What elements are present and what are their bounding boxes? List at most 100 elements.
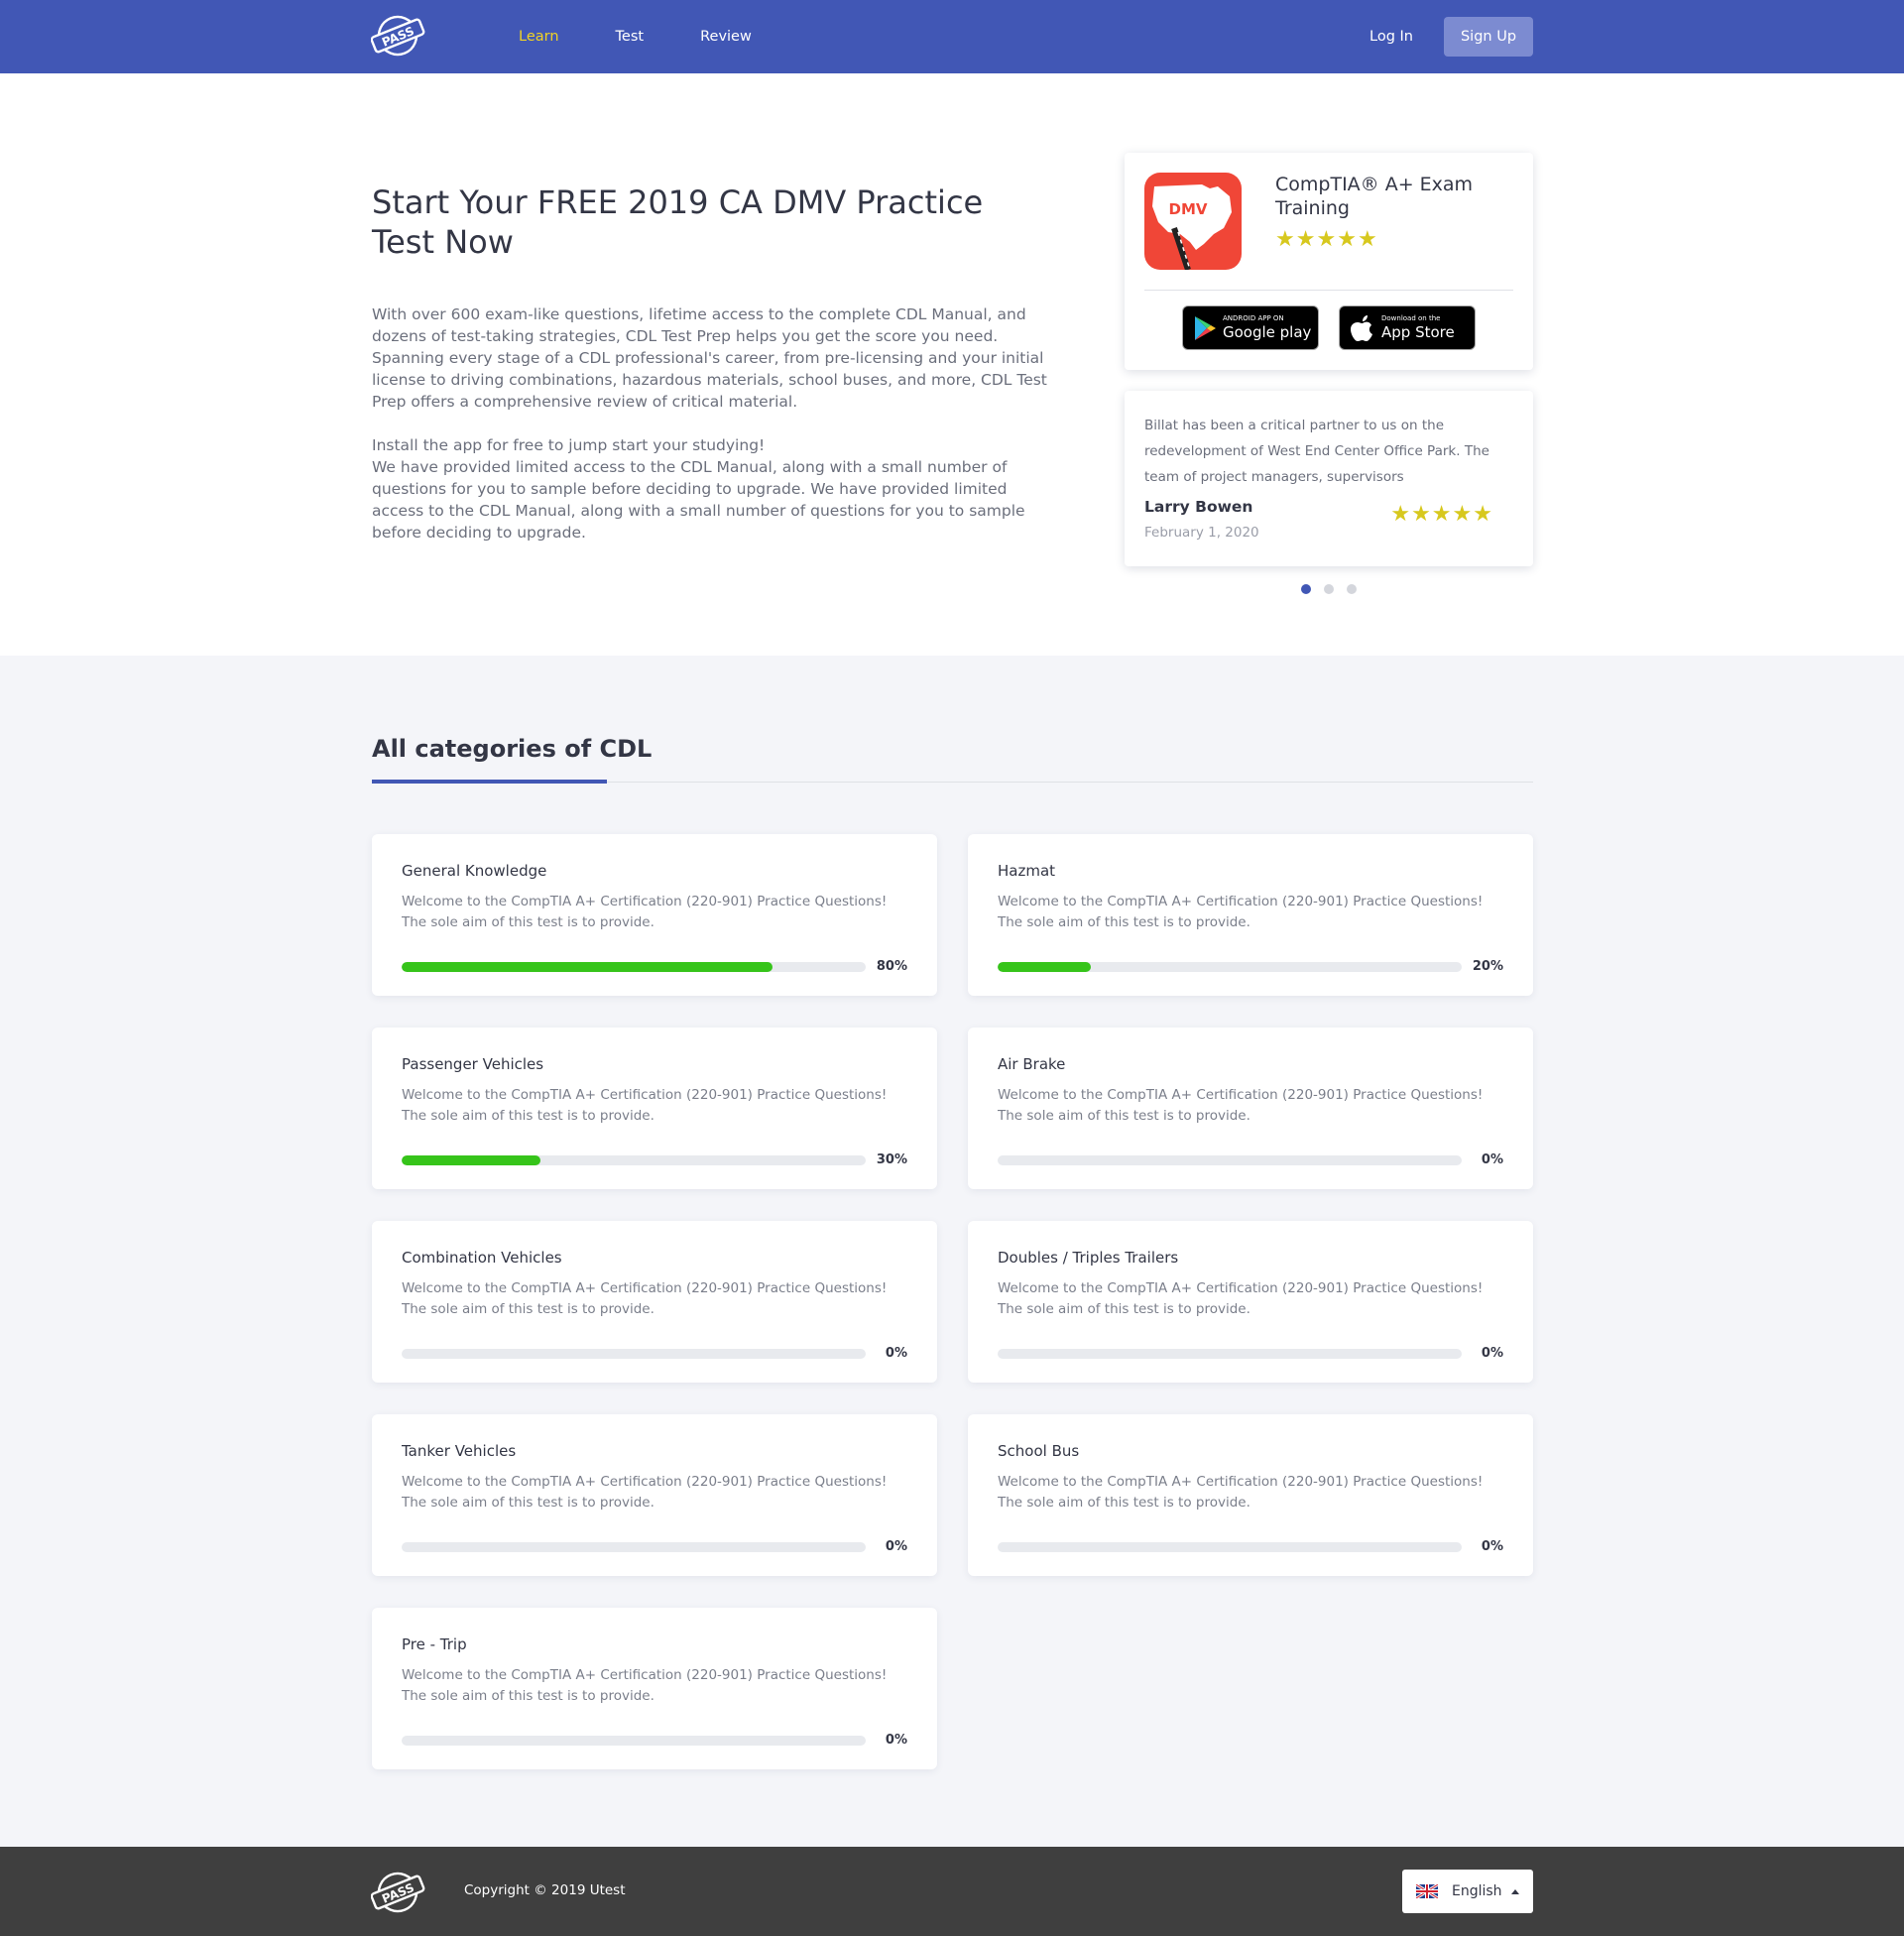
category-title: Hazmat	[998, 862, 1056, 880]
progress-fill	[998, 962, 1091, 972]
main-nav: Learn Test Review	[519, 0, 808, 73]
category-description: Welcome to the CompTIA A+ Certification …	[402, 1474, 888, 1511]
nav-review-link[interactable]: Review	[700, 29, 752, 45]
google-play-big-text: Google play	[1223, 323, 1312, 341]
category-description: Welcome to the CompTIA A+ Certification …	[998, 1474, 1484, 1511]
category-description: Welcome to the CompTIA A+ Certification …	[402, 1087, 888, 1124]
category-card[interactable]: Hazmat Welcome to the CompTIA A+ Certific…	[968, 834, 1533, 996]
app-store-small-text: Download on the	[1381, 314, 1441, 322]
carousel-dots	[1301, 584, 1369, 594]
footer-pass-logo[interactable]: PASS	[370, 1871, 425, 1915]
testimonial-date: February 1, 2020	[1144, 525, 1259, 541]
category-progress-bar	[402, 1736, 866, 1746]
app-promo-card: DMV CompTIA® A+ Exam Training ★★★★★	[1125, 153, 1533, 370]
category-progress-label: 0%	[1481, 1152, 1503, 1167]
category-progress-bar	[402, 1542, 866, 1552]
app-rating-stars: ★ ★ ★ ★ ★	[1275, 227, 1378, 252]
category-description: Welcome to the CompTIA A+ Certification …	[998, 894, 1484, 930]
star-icon: ★	[1411, 502, 1432, 527]
copyright-text: Copyright © 2019 Utest	[464, 1882, 626, 1898]
category-progress-bar	[402, 1349, 866, 1359]
nav-test-link[interactable]: Test	[616, 29, 645, 45]
hero-paragraph-1: With over 600 exam-like questions, lifet…	[372, 305, 1047, 411]
star-icon: ★	[1337, 227, 1358, 252]
google-play-badge[interactable]: ANDROID APP ON Google play	[1182, 305, 1319, 350]
category-description: Welcome to the CompTIA A+ Certification …	[998, 1280, 1484, 1317]
category-title: General Knowledge	[402, 862, 547, 880]
category-progress-label: 30%	[876, 1152, 907, 1167]
category-card[interactable]: Air Brake Welcome to the CompTIA A+ Certi…	[968, 1028, 1533, 1189]
category-progress-bar	[998, 1542, 1462, 1552]
signup-button[interactable]: Sign Up	[1444, 17, 1533, 57]
dmv-app-icon[interactable]: DMV	[1144, 173, 1242, 270]
category-progress-label: 0%	[1481, 1346, 1503, 1361]
star-icon: ★	[1275, 227, 1296, 252]
category-progress-label: 0%	[885, 1733, 907, 1748]
svg-text:DMV: DMV	[1169, 200, 1208, 218]
category-title: Combination Vehicles	[402, 1249, 562, 1267]
hero-section: Start Your FREE 2019 CA DMV Practice Tes…	[0, 73, 1904, 656]
login-link[interactable]: Log In	[1369, 29, 1413, 45]
category-progress-bar	[402, 1155, 866, 1165]
language-label: English	[1452, 1883, 1502, 1899]
pass-logo[interactable]: PASS	[370, 14, 425, 59]
progress-fill	[402, 1155, 541, 1165]
hero-description: With over 600 exam-like questions, lifet…	[372, 303, 1056, 544]
category-description: Welcome to the CompTIA A+ Certification …	[998, 1087, 1484, 1124]
category-progress-label: 20%	[1472, 959, 1503, 974]
hero-title: Start Your FREE 2019 CA DMV Practice Tes…	[372, 183, 984, 261]
google-play-icon	[1195, 315, 1216, 340]
hero-install-line: Install the app for free to jump start y…	[372, 436, 766, 454]
auth-actions: Log In Sign Up	[1369, 17, 1533, 57]
star-icon: ★	[1431, 502, 1453, 527]
category-title: Doubles / Triples Trailers	[998, 1249, 1179, 1267]
category-description: Welcome to the CompTIA A+ Certification …	[402, 1280, 888, 1317]
category-progress-bar	[402, 962, 866, 972]
apple-icon	[1351, 314, 1372, 341]
testimonial-rating-stars: ★ ★ ★ ★ ★	[1390, 502, 1493, 527]
star-icon: ★	[1473, 502, 1493, 527]
carousel-dot-2[interactable]	[1324, 584, 1334, 594]
category-progress-label: 0%	[1481, 1539, 1503, 1554]
testimonial-text: Billat has been a critical partner to us…	[1144, 418, 1489, 485]
category-title: Tanker Vehicles	[402, 1442, 517, 1460]
testimonial-author: Larry Bowen	[1144, 498, 1253, 516]
category-title: School Bus	[998, 1442, 1080, 1460]
divider	[1144, 290, 1513, 291]
testimonial-card: Billat has been a critical partner to us…	[1125, 391, 1533, 566]
caret-up-icon	[1510, 1888, 1519, 1894]
category-card[interactable]: General Knowledge Welcome to the CompTIA …	[372, 834, 937, 996]
category-card[interactable]: Tanker Vehicles Welcome to the CompTIA A+…	[372, 1414, 937, 1576]
hero-paragraph-2: Install the app for free to jump start y…	[372, 434, 1056, 544]
app-store-badge[interactable]: Download on the App Store	[1339, 305, 1476, 350]
category-progress-label: 80%	[876, 959, 907, 974]
category-progress-label: 0%	[885, 1539, 907, 1554]
top-navbar: PASS Learn Test Review Log In Sign Up	[0, 0, 1904, 73]
title-underline	[372, 780, 607, 784]
store-badges: ANDROID APP ON Google play Download on t…	[1182, 305, 1495, 350]
carousel-dot-3[interactable]	[1347, 584, 1357, 594]
language-selector[interactable]: English	[1402, 1870, 1533, 1913]
star-icon: ★	[1295, 227, 1317, 252]
category-card[interactable]: Passenger Vehicles Welcome to the CompTIA…	[372, 1028, 937, 1189]
categories-title: All categories of CDL	[372, 735, 653, 763]
star-icon: ★	[1316, 227, 1338, 252]
star-icon: ★	[1390, 502, 1412, 527]
category-title: Passenger Vehicles	[402, 1055, 544, 1073]
footer: PASS Copyright © 2019 Utest English	[0, 1847, 1904, 1936]
nav-learn-link[interactable]: Learn	[519, 29, 559, 45]
category-description: Welcome to the CompTIA A+ Certification …	[402, 1667, 888, 1704]
carousel-dot-1[interactable]	[1301, 584, 1311, 594]
category-title: Air Brake	[998, 1055, 1066, 1073]
category-progress-bar	[998, 1349, 1462, 1359]
category-card[interactable]: Pre - Trip Welcome to the CompTIA A+ Cert…	[372, 1608, 937, 1769]
hero-limited-access-text: We have provided limited access to the C…	[372, 458, 1025, 542]
star-icon: ★	[1357, 227, 1378, 252]
category-title: Pre - Trip	[402, 1635, 467, 1653]
app-title: CompTIA® A+ Exam Training	[1275, 174, 1474, 219]
category-card[interactable]: Combination Vehicles Welcome to the CompT…	[372, 1221, 937, 1383]
category-card[interactable]: Doubles / Triples Trailers Welcome to the…	[968, 1221, 1533, 1383]
uk-flag-icon	[1416, 1884, 1438, 1898]
category-card[interactable]: School Bus Welcome to the CompTIA A+ Cert…	[968, 1414, 1533, 1576]
category-description: Welcome to the CompTIA A+ Certification …	[402, 894, 888, 930]
